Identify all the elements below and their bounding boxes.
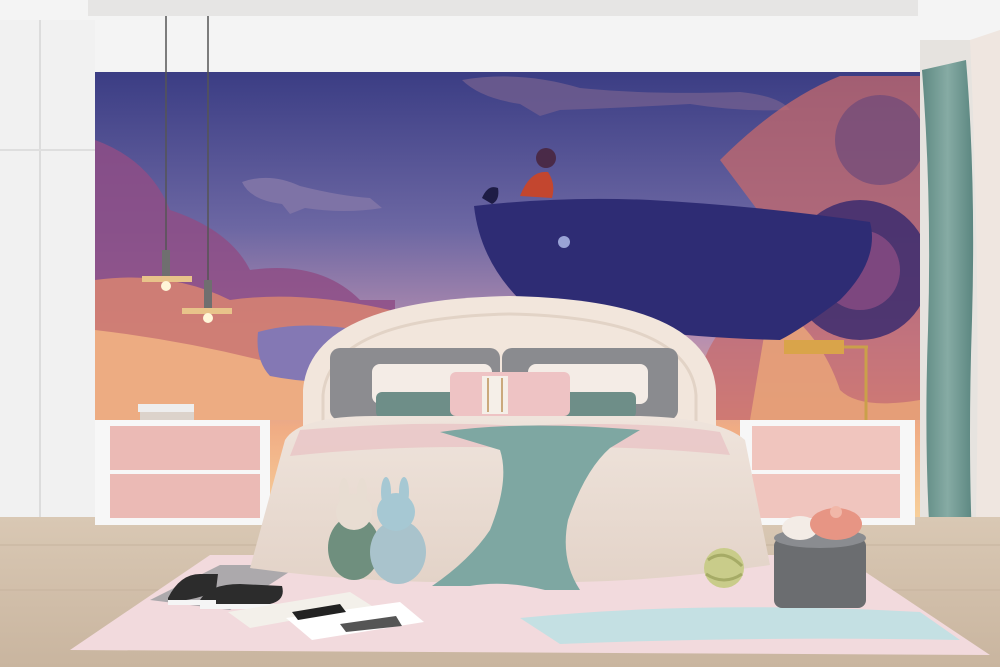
curtain [922,60,974,540]
pendant-lamp-left [162,250,170,276]
ottoman [774,506,866,608]
left-wardrobe [0,20,95,550]
pendant-lamp-right [204,280,212,308]
bedroom-illustration [0,0,1000,667]
ceiling-recess [88,0,918,16]
bedroom-photo [0,0,1000,667]
wall-lamp [784,340,844,354]
pillow-pink [450,372,570,416]
